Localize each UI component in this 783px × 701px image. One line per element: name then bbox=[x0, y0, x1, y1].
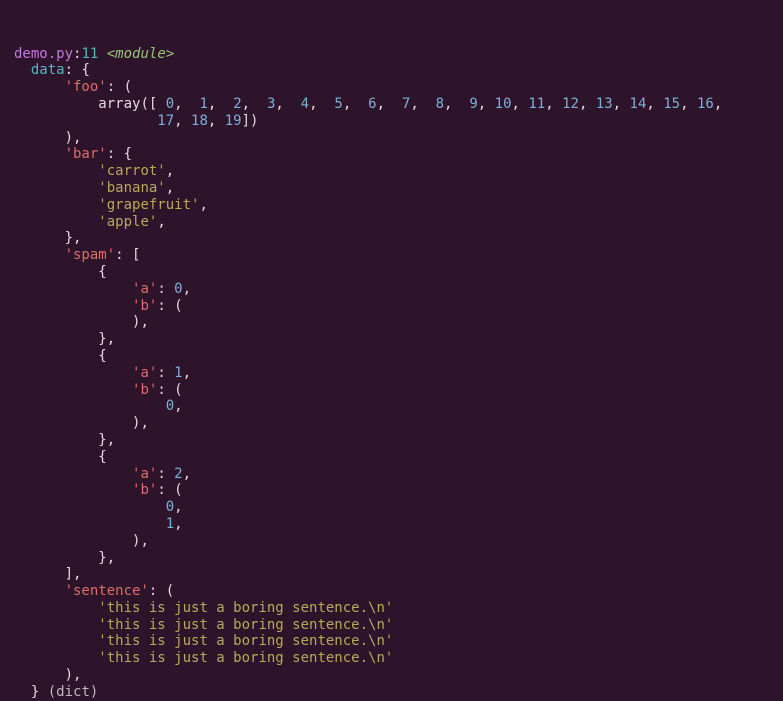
bar-item-3: 'apple' bbox=[98, 214, 157, 230]
spam-e0-b-open: ( bbox=[174, 298, 182, 314]
spam-e2-a-val: 2 bbox=[174, 466, 182, 482]
sentence-colon: : ( bbox=[149, 583, 174, 599]
sentence-line-0: 'this is just a boring sentence.\n' bbox=[98, 600, 393, 616]
sentence-line-2: 'this is just a boring sentence.\n' bbox=[98, 633, 393, 649]
spam-e2-b-v0: 0 bbox=[166, 499, 174, 515]
spam-e2-b-open: ( bbox=[174, 482, 182, 498]
module: <module> bbox=[107, 46, 174, 62]
arr-n13: 13 bbox=[596, 96, 613, 112]
arr-n14: 14 bbox=[630, 96, 647, 112]
spam-e1-b-close: ), bbox=[132, 415, 149, 431]
spam-e1-b-key: 'b' bbox=[132, 382, 157, 398]
filename: demo.py bbox=[14, 46, 73, 62]
spam-e1-b-v0: 0 bbox=[166, 398, 174, 414]
var-name: data bbox=[31, 62, 65, 78]
foo-close: ), bbox=[65, 130, 82, 146]
spam-e0-open: { bbox=[98, 264, 106, 280]
bar-item-0: 'carrot' bbox=[98, 163, 165, 179]
arr-n5: 5 bbox=[334, 96, 342, 112]
sentence-line-3: 'this is just a boring sentence.\n' bbox=[98, 650, 393, 666]
sentence-line-1: 'this is just a boring sentence.\n' bbox=[98, 617, 393, 633]
array-close: ]) bbox=[242, 113, 259, 129]
array-open: array([ bbox=[98, 96, 165, 112]
spam-e2-a-key: 'a' bbox=[132, 466, 157, 482]
foo-colon: : ( bbox=[107, 79, 132, 95]
spam-e2-open: { bbox=[98, 449, 106, 465]
sentence-close: ), bbox=[65, 667, 82, 683]
spam-e0-close: }, bbox=[98, 331, 115, 347]
arr-n0: 0 bbox=[166, 96, 174, 112]
spam-e1-close: }, bbox=[98, 432, 115, 448]
spam-e0-b-key: 'b' bbox=[132, 298, 157, 314]
lineno: 11 bbox=[81, 46, 98, 62]
spam-e0-b-close: ), bbox=[132, 314, 149, 330]
spam-e0-a-val: 0 bbox=[174, 281, 182, 297]
arr-n12: 12 bbox=[562, 96, 579, 112]
arr-n17: 17 bbox=[157, 113, 174, 129]
spam-e1-a-key: 'a' bbox=[132, 365, 157, 381]
arr-n4: 4 bbox=[301, 96, 309, 112]
spam-close: ], bbox=[65, 566, 82, 582]
dict-open: { bbox=[81, 62, 89, 78]
arr-n11: 11 bbox=[528, 96, 545, 112]
arr-n6: 6 bbox=[368, 96, 376, 112]
arr-n15: 15 bbox=[663, 96, 680, 112]
spam-e2-b-close: ), bbox=[132, 533, 149, 549]
spam-e2-close: }, bbox=[98, 550, 115, 566]
arr-n19: 19 bbox=[225, 113, 242, 129]
arr-n2: 2 bbox=[233, 96, 241, 112]
bar-item-1: 'banana' bbox=[98, 180, 165, 196]
arr-n9: 9 bbox=[469, 96, 477, 112]
spam-e1-b-open: ( bbox=[174, 382, 182, 398]
dict-type: (dict) bbox=[39, 684, 98, 700]
bar-item-2: 'grapefruit' bbox=[98, 197, 199, 213]
arr-n8: 8 bbox=[436, 96, 444, 112]
key-spam: 'spam' bbox=[65, 247, 116, 263]
arr-n1: 1 bbox=[199, 96, 207, 112]
arr-n18: 18 bbox=[191, 113, 208, 129]
key-sentence: 'sentence' bbox=[65, 583, 149, 599]
bar-colon: : { bbox=[107, 146, 132, 162]
line-header: demo.py:11 <module> bbox=[14, 46, 174, 62]
spam-e1-a-val: 1 bbox=[174, 365, 182, 381]
arr-n10: 10 bbox=[495, 96, 512, 112]
bar-close: }, bbox=[65, 230, 82, 246]
key-bar: 'bar' bbox=[65, 146, 107, 162]
spam-e0-a-key: 'a' bbox=[132, 281, 157, 297]
spam-colon: : [ bbox=[115, 247, 140, 263]
var-colon: : bbox=[65, 62, 82, 78]
spam-e2-b-key: 'b' bbox=[132, 482, 157, 498]
spam-e1-open: { bbox=[98, 348, 106, 364]
spam-e2-b-v1: 1 bbox=[166, 516, 174, 532]
arr-n16: 16 bbox=[697, 96, 714, 112]
key-foo: 'foo' bbox=[65, 79, 107, 95]
